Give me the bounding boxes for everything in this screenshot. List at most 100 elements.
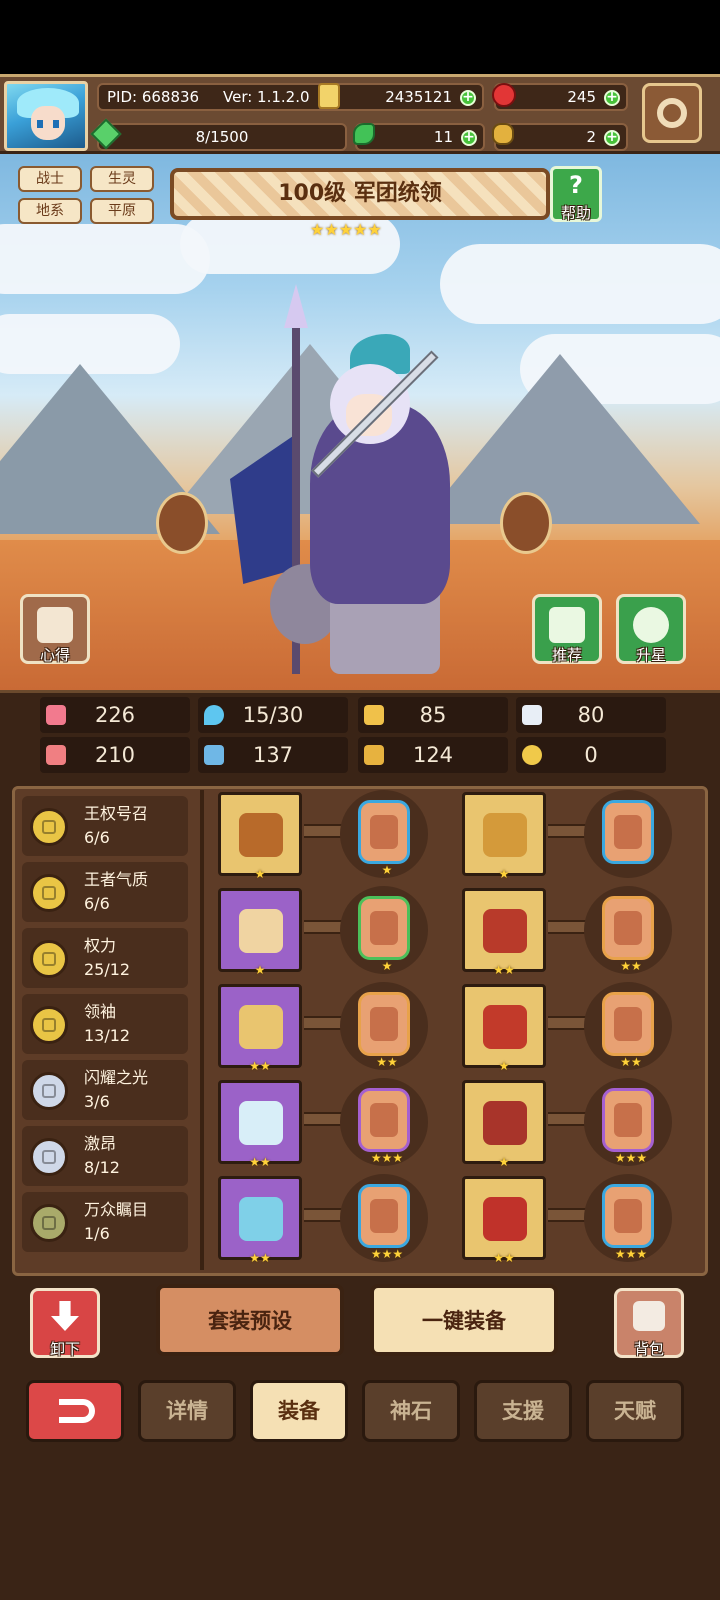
player-avatar[interactable] — [4, 81, 88, 151]
rune-card[interactable]: ★★ — [602, 992, 654, 1069]
rune-card[interactable]: ★★ — [358, 992, 410, 1069]
set-preset-button[interactable]: 套装预设 — [156, 1284, 344, 1356]
tab-talent[interactable]: 天赋 — [586, 1380, 684, 1442]
gold-coin-icon — [318, 83, 340, 109]
wing-icon — [522, 705, 542, 725]
rune-card[interactable]: ★★★ — [358, 1184, 410, 1261]
equipment-slot-shield[interactable]: ★ — [218, 888, 302, 977]
equipment-stars: ★★ — [493, 963, 515, 977]
rune-emblem-icon — [614, 1103, 642, 1137]
tag-race: 生灵 — [90, 166, 154, 192]
set-item[interactable]: 万众瞩目 1/6 — [22, 1192, 188, 1252]
tab-support[interactable]: 支援 — [474, 1380, 572, 1442]
bag-button[interactable]: 背包 — [614, 1288, 684, 1358]
unequip-label: 卸下 — [49, 1340, 80, 1358]
equipment-slot-crown[interactable]: ★ — [462, 792, 546, 881]
set-name: 闪耀之光 — [84, 1068, 149, 1087]
rune-card[interactable]: ★★★ — [358, 1088, 410, 1165]
stat-armor-value: 124 — [412, 743, 454, 767]
set-item[interactable]: 闪耀之光 3/6 — [22, 1060, 188, 1120]
rune-card[interactable]: ★ — [358, 896, 410, 973]
gem-icon — [239, 1101, 283, 1145]
clover-counter: 11 + — [353, 123, 485, 151]
bottom-background — [0, 1448, 720, 1600]
equipment-slot-scepter[interactable]: ★ — [218, 792, 302, 881]
one-click-equip-button[interactable]: 一键装备 — [370, 1284, 558, 1356]
rune-stars: ★★ — [376, 1055, 398, 1069]
add-keys-button[interactable]: + — [604, 130, 620, 146]
tag-class: 战士 — [18, 166, 82, 192]
clover-icon — [353, 123, 375, 145]
rune-card[interactable]: ★★ — [602, 896, 654, 973]
recommend-button[interactable]: 推荐 — [532, 594, 602, 664]
down-arrow-icon — [51, 1301, 79, 1331]
set-name: 王者气质 — [84, 870, 149, 889]
crown-icon — [483, 813, 527, 857]
armor-icon — [483, 909, 527, 953]
book-icon — [204, 745, 224, 765]
equipment-slot-necklace[interactable]: ★★ — [218, 984, 302, 1073]
stat-mana: 15/30 — [198, 697, 348, 733]
set-count: 3/6 — [84, 1092, 110, 1111]
rune-emblem-icon — [614, 815, 642, 849]
equipment-slot-armor[interactable]: ★★ — [462, 888, 546, 977]
tab-equipment[interactable]: 装备 — [250, 1380, 348, 1442]
stat-attack-value: 210 — [94, 743, 136, 767]
rune-card[interactable]: ★ — [358, 800, 410, 877]
game-version: Ver: 1.1.2.0 — [223, 88, 310, 106]
gold-medal-icon — [30, 940, 68, 978]
thumbs-up-icon — [549, 607, 585, 643]
shield-icon — [364, 705, 384, 725]
add-gold-button[interactable]: + — [460, 90, 476, 106]
hero-flag — [230, 434, 296, 584]
stat-luck-value: 0 — [584, 743, 598, 767]
settings-button[interactable] — [642, 83, 702, 143]
equipment-slot-boots[interactable]: ★★ — [462, 1176, 546, 1265]
ruby-icon — [492, 83, 516, 107]
notes-button[interactable]: 心得 — [20, 594, 90, 664]
rune-card[interactable]: ★★★ — [602, 1088, 654, 1165]
rune-emblem-icon — [370, 1199, 398, 1233]
set-item[interactable]: 激昂 8/12 — [22, 1126, 188, 1186]
star-up-button[interactable]: 升星 — [616, 594, 686, 664]
set-item[interactable]: 王权号召 6/6 — [22, 796, 188, 856]
equipment-stars: ★★ — [249, 1251, 271, 1265]
stat-hp: 226 — [40, 697, 190, 733]
back-button[interactable] — [26, 1380, 124, 1442]
unequip-button[interactable]: 卸下 — [30, 1288, 100, 1358]
gold-medal-icon — [30, 808, 68, 846]
equipment-slot-gloves[interactable]: ★ — [462, 984, 546, 1073]
stat-attack: 210 — [40, 737, 190, 773]
set-count: 6/6 — [84, 828, 110, 847]
rune-stars: ★★ — [620, 959, 642, 973]
set-name: 激昂 — [84, 1134, 117, 1153]
tab-details[interactable]: 详情 — [138, 1380, 236, 1442]
tab-godstone[interactable]: 神石 — [362, 1380, 460, 1442]
rune-emblem-icon — [370, 911, 398, 945]
equipment-slot-ring[interactable]: ★★ — [218, 1176, 302, 1265]
stat-hp-value: 226 — [94, 703, 136, 727]
set-item[interactable]: 领袖 13/12 — [22, 994, 188, 1054]
star-icon — [633, 607, 669, 643]
equipment-stars: ★★ — [249, 1155, 271, 1169]
set-item[interactable]: 权力 25/12 — [22, 928, 188, 988]
add-clover-button[interactable]: + — [461, 130, 477, 146]
fist-icon — [46, 745, 66, 765]
equipment-slot-gem[interactable]: ★★ — [218, 1080, 302, 1169]
stat-luck: 0 — [516, 737, 666, 773]
tag-terrain: 平原 — [90, 198, 154, 224]
add-gems-button[interactable]: + — [604, 90, 620, 106]
help-button[interactable]: ? 帮助 — [550, 166, 602, 222]
equipment-slot-belt[interactable]: ★ — [462, 1080, 546, 1169]
set-name: 王权号召 — [84, 804, 149, 823]
backpack-icon — [633, 1301, 665, 1331]
set-count: 1/6 — [84, 1224, 110, 1243]
prev-hero-button[interactable] — [156, 492, 208, 554]
rune-emblem-icon — [614, 911, 642, 945]
rune-card[interactable]: ★★★ — [602, 1184, 654, 1261]
rune-card[interactable] — [602, 800, 654, 864]
set-name: 领袖 — [84, 1002, 117, 1021]
set-item[interactable]: 王者气质 6/6 — [22, 862, 188, 922]
gold-counter: 2435121 + — [318, 83, 484, 111]
stat-armor: 124 — [358, 737, 508, 773]
